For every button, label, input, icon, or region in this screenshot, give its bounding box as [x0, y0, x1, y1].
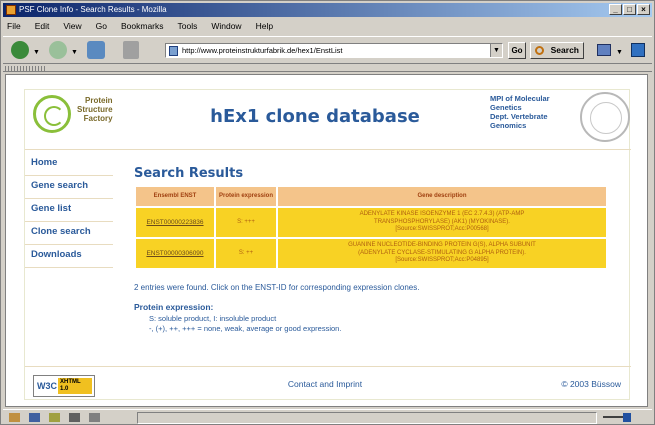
- description-cell: GUANINE NUCLEOTIDE-BINDING PROTEIN G(S),…: [278, 239, 606, 268]
- mpi-line-4: Genomics: [490, 121, 527, 130]
- expression-cell: S: ++: [216, 239, 276, 268]
- minimize-button[interactable]: _: [609, 4, 622, 15]
- site-header: Protein Structure Factory hEx1 clone dat…: [25, 90, 631, 150]
- nav-clone-search[interactable]: Clone search: [25, 222, 113, 245]
- col-ensembl-enst: Ensembl ENST: [136, 187, 214, 206]
- xhtml-label: XHTML 1.0: [58, 378, 92, 394]
- menu-window[interactable]: Window: [209, 19, 243, 33]
- psf-line-2: Structure: [77, 105, 113, 114]
- legend-line-solubility: S: soluble product, I: insoluble product: [149, 314, 277, 323]
- nav-home[interactable]: Home: [25, 153, 113, 176]
- table-row: ENST00000306090 S: ++ GUANINE NUCLEOTIDE…: [136, 239, 606, 268]
- description-source: [Source:SWISSPROT;Acc:P04895]: [395, 257, 489, 264]
- max-planck-seal-icon[interactable]: [580, 92, 630, 142]
- back-arrow-icon[interactable]: [11, 41, 29, 59]
- description-source: [Source:SWISSPROT;Acc:P00568]: [395, 226, 489, 233]
- go-button[interactable]: Go: [508, 42, 526, 59]
- description-line: TRANSPHOSPHORYLASE) (AK1) (MYOKINASE).: [374, 218, 510, 225]
- page-icon: [169, 46, 178, 56]
- description-line: GUANINE NUCLEOTIDE-BINDING PROTEIN G(S),…: [348, 242, 536, 249]
- legend-line-expression: -, (+), ++, +++ = none, weak, average or…: [149, 324, 342, 333]
- forward-arrow-icon[interactable]: [49, 41, 67, 59]
- reload-icon[interactable]: [87, 41, 105, 59]
- col-gene-description: Gene description: [278, 187, 606, 206]
- menu-view[interactable]: View: [61, 19, 83, 33]
- menu-bar: File Edit View Go Bookmarks Tools Window…: [5, 19, 275, 33]
- url-text: http://www.proteinstrukturfabrik.de/hex1…: [182, 46, 343, 55]
- close-button[interactable]: ×: [637, 4, 650, 15]
- contact-imprint-link[interactable]: Contact and Imprint: [225, 379, 425, 389]
- copyright-text: © 2003 Büssow: [561, 379, 621, 389]
- w3c-xhtml-badge[interactable]: W3C XHTML 1.0: [33, 375, 95, 397]
- maximize-button[interactable]: □: [623, 4, 636, 15]
- description-line: (ADENYLATE CYCLASE-STIMULATING G ALPHA P…: [358, 249, 526, 256]
- nav-gene-search[interactable]: Gene search: [25, 176, 113, 199]
- expression-cell: S: +++: [216, 208, 276, 237]
- menu-help[interactable]: Help: [254, 19, 275, 33]
- mpi-line-1: MPI of Molecular: [490, 94, 550, 103]
- psf-line-3: Factory: [83, 114, 113, 123]
- psf-line-1: Protein: [85, 96, 113, 105]
- url-field[interactable]: http://www.proteinstrukturfabrik.de/hex1…: [165, 43, 503, 58]
- chat-icon[interactable]: [69, 413, 80, 422]
- psf-logo-text[interactable]: Protein Structure Factory: [77, 96, 113, 123]
- forward-dropdown-icon[interactable]: ▼: [71, 49, 78, 56]
- title-bar: PSF Clone Info - Search Results - Mozill…: [3, 3, 652, 17]
- page-viewport[interactable]: Protein Structure Factory hEx1 clone dat…: [5, 74, 648, 407]
- mpi-line-2: Genetics: [490, 103, 522, 112]
- description-line: ADENYLATE KINASE ISOENZYME 1 (EC 2.7.4.3…: [359, 211, 525, 218]
- table-row: ENST00000223836 S: +++ ADENYLATE KINASE …: [136, 208, 606, 237]
- table-header-row: Ensembl ENST Protein expression Gene des…: [136, 187, 606, 206]
- results-table: Ensembl ENST Protein expression Gene des…: [134, 185, 608, 270]
- composer-icon[interactable]: [49, 413, 60, 422]
- back-dropdown-icon[interactable]: ▼: [33, 49, 40, 56]
- search-button-label: Search: [550, 45, 579, 55]
- search-icon: [535, 46, 544, 55]
- menu-file[interactable]: File: [5, 19, 23, 33]
- menu-go[interactable]: Go: [94, 19, 109, 33]
- navigator-icon[interactable]: [9, 413, 20, 422]
- status-bar: [3, 409, 652, 424]
- status-text-field: [137, 412, 597, 424]
- page-body: Protein Structure Factory hEx1 clone dat…: [24, 89, 631, 400]
- mail-icon[interactable]: [29, 413, 40, 422]
- menu-tools[interactable]: Tools: [176, 19, 200, 33]
- enst-link[interactable]: ENST00000306090: [136, 239, 214, 268]
- sidebar-toggle-icon[interactable]: [631, 43, 645, 57]
- print-dropdown-icon[interactable]: ▼: [616, 49, 623, 56]
- menu-edit[interactable]: Edit: [33, 19, 52, 33]
- connection-status-icon: [603, 412, 633, 423]
- nav-downloads[interactable]: Downloads: [25, 245, 113, 268]
- site-title: hEx1 clone database: [210, 106, 420, 127]
- mozilla-app-icon: [6, 5, 16, 15]
- site-footer: W3C XHTML 1.0 Contact and Imprint © 2003…: [25, 366, 631, 400]
- navigation-toolbar: ▼ ▼ http://www.proteinstrukturfabrik.de/…: [3, 36, 652, 64]
- w3c-label: W3C: [37, 381, 57, 391]
- results-title: Search Results: [134, 166, 244, 181]
- print-icon[interactable]: [597, 44, 611, 56]
- window-title: PSF Clone Info - Search Results - Mozill…: [19, 5, 167, 14]
- url-dropdown-icon[interactable]: ▼: [490, 44, 502, 57]
- address-book-icon[interactable]: [89, 413, 100, 422]
- grip-handle-icon[interactable]: [5, 66, 45, 71]
- protein-expression-heading: Protein expression:: [134, 302, 214, 312]
- enst-link[interactable]: ENST00000223836: [136, 208, 214, 237]
- description-cell: ADENYLATE KINASE ISOENZYME 1 (EC 2.7.4.3…: [278, 208, 606, 237]
- col-protein-expression: Protein expression: [216, 187, 276, 206]
- browser-window: PSF Clone Info - Search Results - Mozill…: [0, 0, 655, 425]
- mpi-line-3: Dept. Vertebrate: [490, 112, 548, 121]
- entries-found-text: 2 entries were found. Click on the ENST-…: [134, 283, 420, 292]
- stop-icon[interactable]: [123, 41, 139, 59]
- psf-logo-icon[interactable]: [33, 95, 71, 133]
- toolbar-grip[interactable]: [3, 65, 652, 72]
- nav-gene-list[interactable]: Gene list: [25, 199, 113, 222]
- menu-bookmarks[interactable]: Bookmarks: [119, 19, 166, 33]
- search-button[interactable]: Search: [530, 42, 584, 59]
- mpi-text[interactable]: MPI of Molecular Genetics Dept. Vertebra…: [490, 94, 550, 130]
- side-navigation: Home Gene search Gene list Clone search …: [25, 153, 113, 268]
